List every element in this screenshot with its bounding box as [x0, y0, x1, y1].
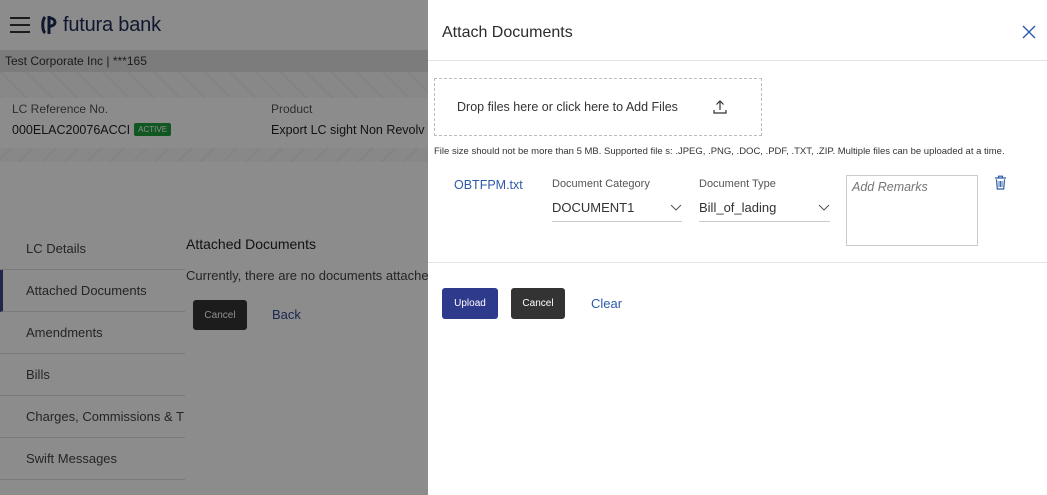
clear-link[interactable]: Clear [591, 296, 622, 311]
upload-icon [713, 100, 727, 114]
chevron-down-icon [818, 204, 830, 211]
document-category-field: Document Category DOCUMENT1 [552, 178, 682, 222]
modal-overlay[interactable] [0, 0, 428, 495]
document-type-label: Document Type [699, 178, 776, 190]
close-icon[interactable] [1020, 23, 1038, 41]
remarks-input[interactable] [846, 175, 978, 246]
document-category-label: Document Category [552, 178, 650, 190]
dropzone-text: Drop files here or click here to Add Fil… [457, 100, 678, 114]
trash-icon[interactable] [994, 175, 1007, 190]
file-name-link[interactable]: OBTFPM.txt [454, 178, 523, 192]
document-type-select[interactable]: Bill_of_lading [699, 200, 830, 222]
document-category-value: DOCUMENT1 [552, 200, 635, 215]
attach-documents-panel: Attach Documents Drop files here or clic… [428, 0, 1047, 495]
document-category-select[interactable]: DOCUMENT1 [552, 200, 682, 222]
document-type-field: Document Type Bill_of_lading [699, 178, 830, 222]
panel-title: Attach Documents [442, 24, 573, 41]
page: futura bank Test Corporate Inc | ***165 … [0, 0, 1047, 495]
cancel-button[interactable]: Cancel [511, 288, 565, 319]
upload-button[interactable]: Upload [442, 288, 498, 319]
document-type-value: Bill_of_lading [699, 200, 777, 215]
divider [428, 60, 1047, 61]
divider [428, 262, 1047, 263]
chevron-down-icon [670, 204, 682, 211]
file-size-note: File size should not be more than 5 MB. … [434, 146, 1005, 157]
file-dropzone[interactable]: Drop files here or click here to Add Fil… [434, 78, 762, 136]
